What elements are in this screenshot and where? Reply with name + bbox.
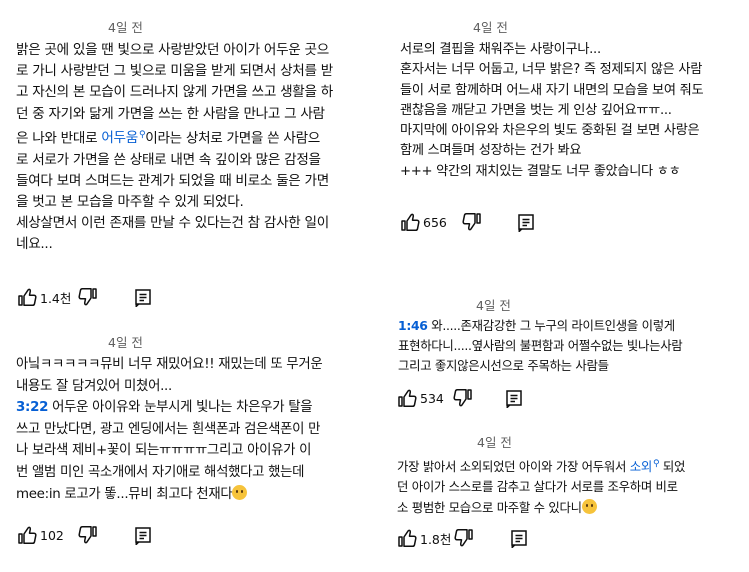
like-button[interactable]: 1.8천 (397, 528, 451, 548)
reply-button[interactable] (504, 388, 524, 408)
comment-time[interactable]: 4일 전 (476, 295, 511, 314)
dislike-button[interactable] (78, 525, 98, 545)
surprised-face-emoji (232, 484, 248, 500)
video-timestamp-link[interactable]: 1:46 (398, 318, 428, 333)
like-button[interactable]: 102 (17, 525, 64, 545)
like-count: 1.8천 (420, 531, 452, 547)
reply-button[interactable] (516, 212, 536, 232)
thumbs-down-icon (78, 287, 97, 306)
dislike-button[interactable] (454, 528, 474, 548)
thumbs-up-icon (18, 288, 37, 307)
comment-4: 4일 전 1:46 와.....존재감강한 그 누구의 라이트인생을 이렇게 표… (385, 285, 749, 425)
reply-icon (135, 527, 151, 545)
comment-actions: 1.4천 (17, 287, 217, 307)
reply-icon (511, 530, 527, 548)
thumbs-down-icon (462, 212, 481, 231)
comment-text: 아닠ㅋㅋㅋㅋㅋ뮤비 너무 재밌어요!! 재밌는데 또 무거운 내용도 잘 담겨있… (16, 357, 323, 502)
thumbs-up-icon (398, 389, 417, 408)
comment-time[interactable]: 4일 전 (108, 17, 143, 36)
search-link[interactable]: 어두움⚲ (101, 130, 145, 147)
comment-3: 4일 전 서로의 결핍을 채워주는 사랑이구나... 혼자서는 너무 어둡고, … (385, 0, 749, 240)
comment-actions: 656 (400, 212, 600, 232)
comment-time[interactable]: 4일 전 (477, 432, 512, 451)
reply-icon (518, 214, 534, 232)
comment-text: 1:46 와.....존재감강한 그 누구의 라이트인생을 이렇게 표현하다니.… (398, 318, 683, 374)
thumbs-down-icon (454, 528, 473, 547)
thumbs-down-icon (453, 388, 472, 407)
comment-text: 밝은 곳에 있을 땐 빛으로 사랑받았던 아이가 어두운 곳으 로 가니 사랑받… (16, 42, 333, 253)
thumbs-down-icon (78, 525, 97, 544)
reply-button[interactable] (509, 528, 529, 548)
comment-1: 4일 전 밝은 곳에 있을 땐 빛으로 사랑받았던 아이가 어두운 곳으 로 가… (0, 0, 380, 310)
like-button[interactable]: 534 (397, 388, 444, 408)
comment-actions: 534 (397, 388, 597, 408)
thumbs-up-icon (18, 526, 37, 545)
comment-time[interactable]: 4일 전 (473, 17, 508, 36)
thumbs-up-icon (398, 529, 417, 548)
reply-button[interactable] (133, 287, 153, 307)
reply-button[interactable] (133, 525, 153, 545)
comment-text: 가장 밝아서 소외되었던 아이와 가장 어두워서 소외⚲ 되었 던 아이가 스스… (397, 459, 686, 515)
thumbs-up-icon (401, 213, 420, 232)
search-link[interactable]: 소외⚲ (630, 459, 660, 474)
comment-actions: 1.8천 (397, 528, 597, 548)
comment-2: 4일 전 아닠ㅋㅋㅋㅋㅋ뮤비 너무 재밌어요!! 재밌는데 또 무거운 내용도 … (0, 320, 380, 572)
comment-5: 4일 전 가장 밝아서 소외되었던 아이와 가장 어두워서 소외⚲ 되었 던 아… (385, 425, 749, 572)
like-count: 656 (423, 214, 447, 230)
video-timestamp-link[interactable]: 3:22 (16, 400, 48, 415)
pleading-face-emoji (581, 498, 597, 514)
like-count: 102 (40, 527, 64, 543)
comment-text: 서로의 결핍을 채워주는 사랑이구나... 혼자서는 너무 어둡고, 너무 밝은… (400, 42, 704, 179)
comment-actions: 102 (17, 525, 217, 545)
like-button[interactable]: 656 (400, 212, 447, 232)
dislike-button[interactable] (453, 388, 473, 408)
like-count: 534 (420, 390, 444, 406)
like-count: 1.4천 (40, 290, 72, 306)
reply-icon (135, 289, 151, 307)
dislike-button[interactable] (462, 212, 482, 232)
comment-time[interactable]: 4일 전 (108, 332, 143, 351)
dislike-button[interactable] (78, 287, 98, 307)
reply-icon (506, 390, 522, 408)
like-button[interactable]: 1.4천 (17, 287, 71, 307)
